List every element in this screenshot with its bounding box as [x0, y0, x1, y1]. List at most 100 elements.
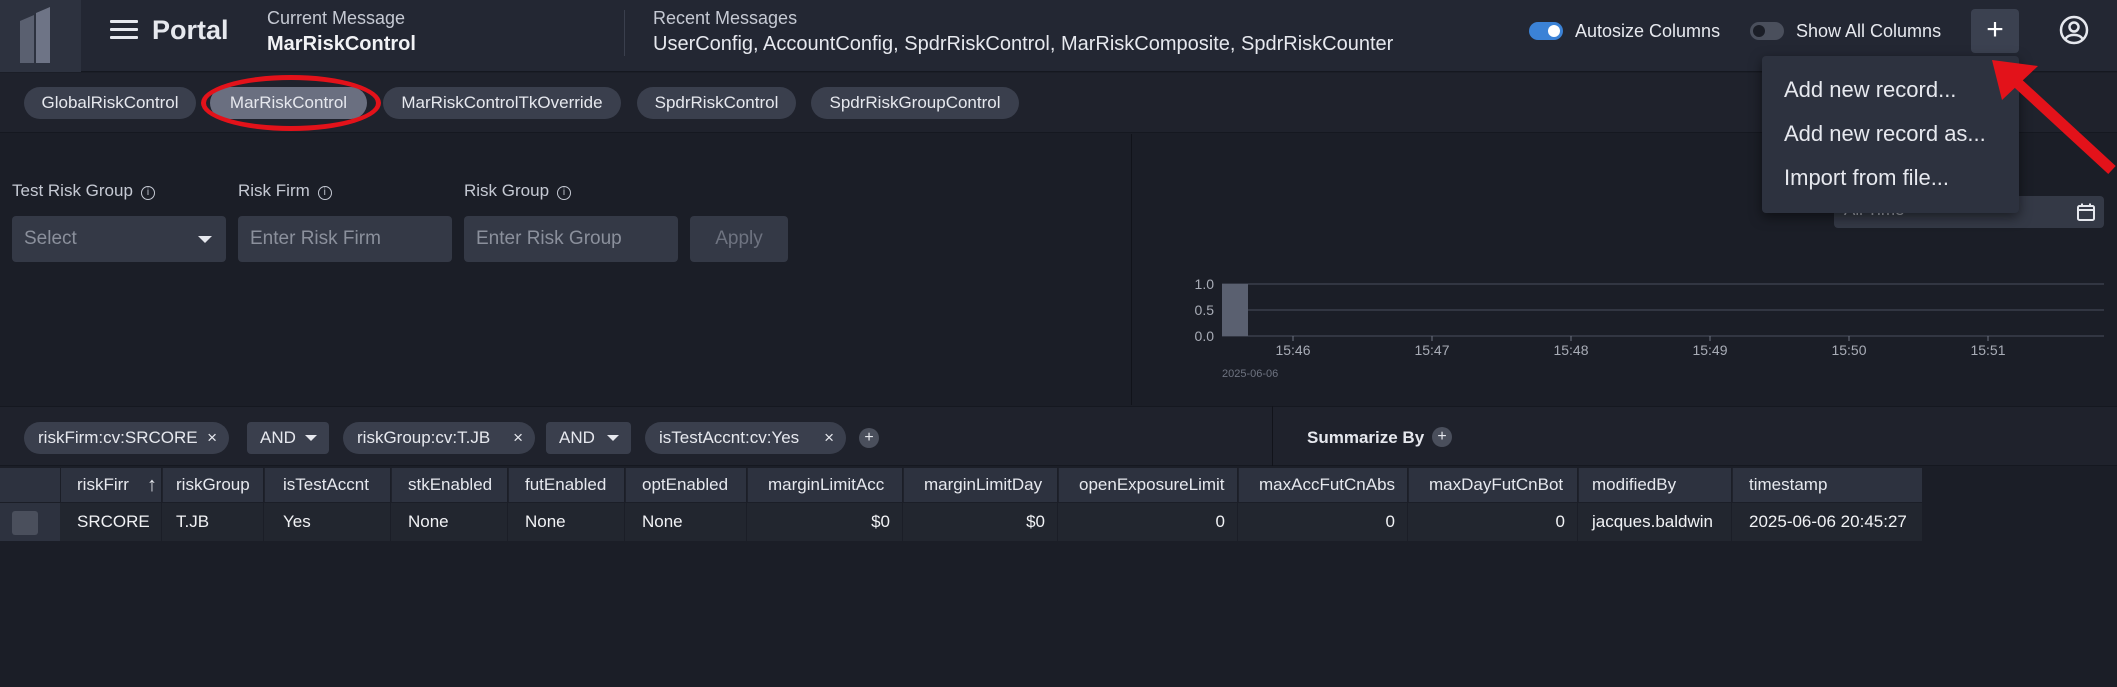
risk-group-input[interactable]: [464, 216, 678, 262]
column-header-optenabled[interactable]: optEnabled: [626, 468, 747, 502]
y-tick-label: 1.0: [1195, 276, 1215, 292]
tab-spdrriskcontrol[interactable]: SpdrRiskControl: [637, 87, 796, 119]
chevron-down-icon: [607, 435, 619, 441]
tab-globalriskcontrol[interactable]: GlobalRiskControl: [24, 87, 196, 119]
date-label: 2025-06-06: [1222, 368, 1278, 380]
app-logo[interactable]: [0, 0, 81, 72]
filter-chip-riskfirm[interactable]: riskFirm:cv:SRCORE ×: [24, 422, 229, 454]
filter-chips-bar: riskFirm:cv:SRCORE × AND riskGroup:cv:T.J…: [0, 406, 2117, 466]
column-header-marginlimitday[interactable]: marginLimitDay: [904, 468, 1058, 502]
operator-value: AND: [260, 428, 296, 447]
filter-chip-text: riskFirm:cv:SRCORE: [38, 428, 198, 447]
risk-firm-label-text: Risk Firm: [238, 181, 310, 200]
chevron-down-icon: [305, 435, 317, 441]
close-icon[interactable]: ×: [207, 422, 217, 454]
cell-openexposurelimit[interactable]: 0: [1059, 503, 1238, 541]
risk-group-label-text: Risk Group: [464, 181, 550, 200]
risk-firm-input[interactable]: [238, 216, 452, 262]
cell-marginlimitday[interactable]: $0: [904, 503, 1058, 541]
operator-select[interactable]: AND: [247, 422, 329, 454]
cell-stkenabled[interactable]: None: [392, 503, 508, 541]
add-button[interactable]: +: [1971, 9, 2019, 53]
x-tick-label: 15:51: [1970, 342, 2005, 358]
info-icon[interactable]: i: [557, 186, 572, 200]
tab-spdrriskgroupcontrol[interactable]: SpdrRiskGroupControl: [811, 87, 1019, 119]
show-all-columns-toggle[interactable]: Show All Columns: [1750, 20, 1941, 42]
summarize-by-label: Summarize By: [1307, 428, 1425, 447]
user-account-icon[interactable]: [2058, 14, 2090, 51]
test-risk-group-value: Select: [24, 228, 77, 249]
x-tick-label: 15:49: [1692, 342, 1727, 358]
header-divider: [624, 10, 625, 56]
column-header-futenabled[interactable]: futEnabled: [509, 468, 625, 502]
test-risk-group-label-text: Test Risk Group: [12, 181, 133, 200]
column-header-maxaccfutcnabs[interactable]: maxAccFutCnAbs: [1239, 468, 1408, 502]
row-selector-cell: [0, 503, 60, 541]
autosize-columns-label: Autosize Columns: [1575, 20, 1721, 41]
row-checkbox[interactable]: [12, 511, 38, 535]
autosize-columns-toggle[interactable]: Autosize Columns: [1529, 20, 1720, 42]
operator-value: AND: [559, 428, 595, 447]
cell-maxdayfutcnbot[interactable]: 0: [1409, 503, 1578, 541]
chips-divider: [1272, 406, 1273, 466]
filter-chip-text: isTestAccnt:cv:Yes: [659, 428, 800, 447]
current-message-label: Current Message: [267, 8, 406, 28]
column-header-marginlimitacc[interactable]: marginLimitAcc: [748, 468, 903, 502]
test-risk-group-select[interactable]: Select: [12, 216, 226, 262]
cell-istestaccnt[interactable]: Yes: [265, 503, 391, 541]
risk-group-label: Risk Group i: [464, 181, 572, 201]
show-all-columns-label: Show All Columns: [1796, 20, 1942, 41]
x-tick-label: 15:48: [1553, 342, 1588, 358]
histogram-bar: [1222, 284, 1248, 336]
menu-item-add-new-record-as[interactable]: Add new record as...: [1784, 121, 1986, 147]
filter-chip-text: riskGroup:cv:T.JB: [357, 428, 491, 447]
cell-marginlimitacc[interactable]: $0: [748, 503, 903, 541]
close-icon[interactable]: ×: [513, 422, 523, 454]
add-filter-icon[interactable]: +: [859, 428, 879, 448]
column-header-maxdayfutcnbot[interactable]: maxDayFutCnBot: [1409, 468, 1578, 502]
toggle-track: [1529, 22, 1563, 40]
cell-riskgroup[interactable]: T.JB: [163, 503, 264, 541]
chevron-down-icon: [198, 236, 212, 243]
tab-marriskcontrol[interactable]: MarRiskControl: [210, 87, 367, 119]
current-message-value: MarRiskControl: [267, 33, 416, 55]
x-tick-label: 15:47: [1414, 342, 1449, 358]
filter-chip-riskgroup[interactable]: riskGroup:cv:T.JB ×: [343, 422, 535, 454]
recent-messages-label: Recent Messages: [653, 8, 798, 28]
info-icon[interactable]: i: [140, 186, 155, 200]
filter-chip-istestaccnt[interactable]: isTestAccnt:cv:Yes ×: [645, 422, 846, 454]
cell-futenabled[interactable]: None: [509, 503, 625, 541]
toggle-knob: [1753, 25, 1765, 37]
menu-item-add-new-record[interactable]: Add new record...: [1784, 77, 1956, 103]
column-header-timestamp[interactable]: timestamp: [1733, 468, 1923, 502]
operator-select[interactable]: AND: [546, 422, 631, 454]
column-header-riskgroup[interactable]: riskGroup: [163, 468, 264, 502]
y-tick-label: 0.0: [1195, 328, 1215, 344]
cell-riskfirm[interactable]: SRCORE: [61, 503, 162, 541]
column-header-text: riskFirr: [77, 475, 129, 494]
grid-header: riskFirr ↑ riskGroup isTestAccnt stkEnab…: [0, 468, 1923, 502]
cell-maxaccfutcnabs[interactable]: 0: [1239, 503, 1408, 541]
add-summarize-icon[interactable]: +: [1432, 427, 1452, 447]
tab-marriskcontroltkoverride[interactable]: MarRiskControlTkOverride: [383, 87, 621, 119]
risk-firm-label: Risk Firm i: [238, 181, 332, 201]
sort-ascending-icon[interactable]: ↑: [147, 468, 157, 502]
filter-panel: Test Risk Group i Select Risk Firm i Risk …: [0, 134, 1132, 405]
cell-modifiedby[interactable]: jacques.baldwin: [1579, 503, 1732, 541]
cell-optenabled[interactable]: None: [626, 503, 747, 541]
column-header-stkenabled[interactable]: stkEnabled: [392, 468, 508, 502]
cell-timestamp[interactable]: 2025-06-06 20:45:27: [1733, 503, 1923, 541]
column-header-modifiedby[interactable]: modifiedBy: [1579, 468, 1732, 502]
menu-item-import-from-file[interactable]: Import from file...: [1784, 165, 1949, 191]
column-header-openexposurelimit[interactable]: openExposureLimit: [1059, 468, 1238, 502]
column-header-riskfirm[interactable]: riskFirr ↑: [61, 468, 162, 502]
apply-button[interactable]: Apply: [690, 216, 788, 262]
calendar-icon[interactable]: [2076, 202, 2096, 222]
column-header-istestaccnt[interactable]: isTestAccnt: [265, 468, 391, 502]
hamburger-menu-icon[interactable]: [110, 20, 138, 46]
table-row[interactable]: SRCORE T.JB Yes None None None $0 $0 0 0…: [0, 503, 1923, 541]
recent-messages-list[interactable]: UserConfig, AccountConfig, SpdrRiskContr…: [653, 33, 1393, 56]
info-icon[interactable]: i: [317, 186, 332, 200]
toggle-knob: [1548, 25, 1560, 37]
close-icon[interactable]: ×: [824, 422, 834, 454]
